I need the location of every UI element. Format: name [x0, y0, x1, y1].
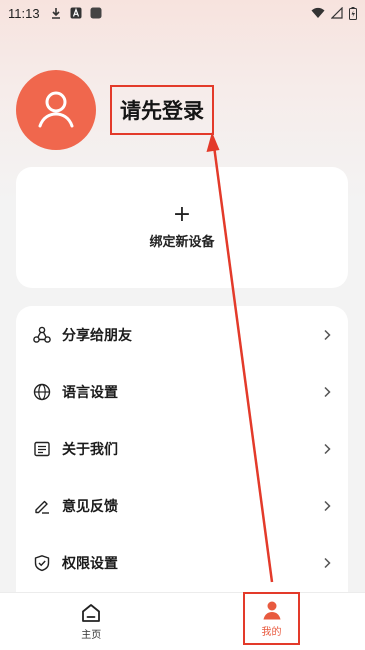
chevron-right-icon — [324, 386, 331, 397]
menu-item-label: 分享给朋友 — [62, 327, 132, 344]
status-time: 11:13 — [8, 5, 40, 21]
download-icon — [51, 8, 60, 19]
chevron-right-icon — [324, 557, 331, 568]
tab-me[interactable]: 我的 — [243, 592, 300, 645]
chevron-right-icon — [324, 500, 331, 511]
signal-icon — [331, 7, 343, 19]
wifi-icon — [311, 7, 325, 18]
home-icon — [82, 604, 101, 622]
share-icon — [32, 325, 52, 345]
profile-header: 请先登录 — [16, 70, 214, 150]
status-icons-left — [50, 7, 102, 19]
menu-item-label: 意见反馈 — [62, 498, 118, 515]
bind-device-card[interactable]: + 绑定新设备 — [16, 167, 348, 288]
document-icon — [32, 439, 52, 459]
tab-home-label: 主页 — [81, 630, 102, 641]
square-icon — [90, 7, 102, 19]
chevron-right-icon — [324, 443, 331, 454]
chevron-right-icon — [324, 329, 331, 340]
menu-item-language[interactable]: 语言设置 — [16, 363, 348, 420]
avatar[interactable] — [16, 70, 96, 150]
battery-icon — [349, 6, 357, 20]
settings-menu: 分享给朋友 语言设置 关于我们 意见反馈 权限设置 — [16, 306, 348, 606]
login-prompt-highlight[interactable]: 请先登录 — [110, 85, 214, 135]
menu-item-label: 语言设置 — [62, 384, 118, 401]
user-filled-icon — [263, 601, 280, 619]
shield-check-icon — [32, 553, 52, 573]
bottom-tab-bar: 主页 — [0, 592, 365, 650]
login-prompt[interactable]: 请先登录 — [120, 95, 204, 125]
status-icons-right — [311, 6, 357, 20]
tab-me-label: 我的 — [261, 626, 282, 638]
globe-icon — [32, 382, 52, 402]
menu-item-feedback[interactable]: 意见反馈 — [16, 477, 348, 534]
menu-item-permissions[interactable]: 权限设置 — [16, 534, 348, 591]
menu-item-label: 关于我们 — [62, 441, 118, 458]
edit-icon — [32, 496, 52, 516]
tab-home[interactable]: 主页 — [0, 593, 183, 650]
a-box-icon — [70, 7, 82, 19]
status-bar: 11:13 — [0, 0, 365, 26]
user-icon — [38, 91, 74, 128]
menu-item-label: 权限设置 — [62, 555, 118, 572]
menu-item-about[interactable]: 关于我们 — [16, 420, 348, 477]
bind-device-label: 绑定新设备 — [149, 235, 215, 250]
menu-item-share[interactable]: 分享给朋友 — [16, 306, 348, 363]
plus-icon: + — [172, 202, 192, 227]
